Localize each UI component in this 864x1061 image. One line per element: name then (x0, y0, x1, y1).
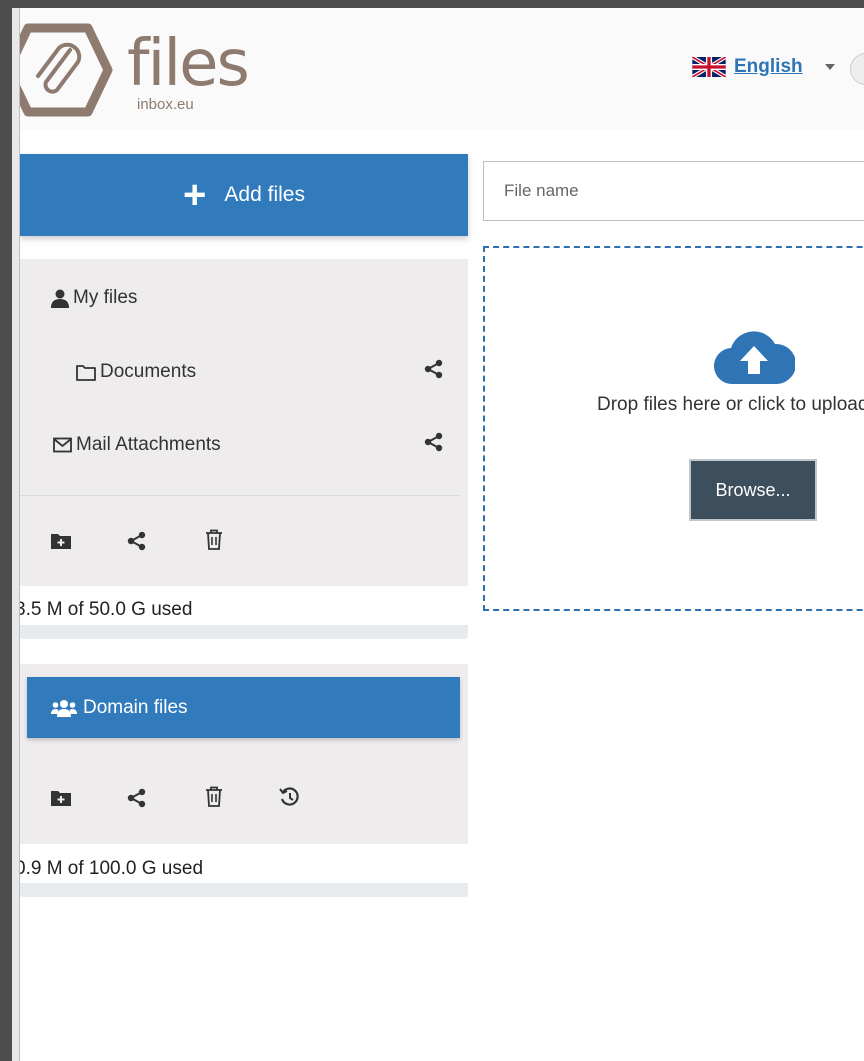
trash-icon[interactable] (205, 786, 223, 807)
cloud-upload-icon (713, 328, 797, 391)
history-icon[interactable] (279, 787, 299, 807)
plus-icon: + (183, 173, 207, 217)
chevron-down-icon[interactable] (824, 64, 835, 70)
domain-files-usage-bar (20, 883, 468, 897)
my-files-panel: My files Documents Mail Attachments (20, 259, 468, 586)
logo-wordmark: files (127, 27, 250, 101)
share-icon[interactable] (127, 788, 147, 808)
window-top-bar (0, 0, 864, 8)
share-icon[interactable] (424, 432, 444, 458)
share-icon[interactable] (424, 359, 444, 385)
add-files-label: Add files (224, 183, 305, 206)
domain-files-actions (20, 784, 468, 824)
share-icon[interactable] (127, 531, 147, 551)
my-files-usage-text: 3.5 M of 50.0 G used (20, 599, 193, 620)
dropzone-text: Drop files here or click to upload (597, 394, 864, 415)
envelope-icon (53, 437, 72, 453)
sidebar-item-mail-attachments[interactable]: Mail Attachments (20, 432, 468, 458)
uk-flag-icon (692, 57, 726, 77)
header: files inbox.eu English (20, 8, 864, 130)
new-folder-icon[interactable] (51, 533, 71, 549)
paperclip-logo-icon (20, 23, 113, 117)
domain-files-usage-text: 0.9 M of 100.0 G used (20, 858, 204, 879)
my-files-actions (20, 527, 468, 567)
new-folder-icon[interactable] (51, 790, 71, 806)
domain-files-panel: Domain files (20, 664, 468, 844)
window-left-bar (0, 0, 12, 1061)
user-icon (51, 289, 69, 308)
sidebar-item-label: Mail Attachments (76, 434, 221, 455)
logo-subtitle: inbox.eu (137, 96, 194, 113)
users-icon (51, 699, 77, 717)
folder-icon (76, 364, 96, 381)
app-page: files inbox.eu English + Add files My fi… (20, 8, 864, 1061)
logo[interactable]: files inbox.eu (20, 20, 270, 120)
sidebar-item-my-files[interactable]: My files (20, 287, 468, 309)
divider (20, 495, 460, 496)
my-files-usage-bar (20, 625, 468, 639)
language-link[interactable]: English (734, 56, 803, 78)
left-scroll-gutter (12, 8, 20, 1061)
sidebar-item-domain-files[interactable]: Domain files (27, 677, 460, 738)
sidebar-item-label: My files (73, 287, 138, 308)
upload-dropzone[interactable]: Drop files here or click to upload Brows… (483, 246, 864, 611)
language-selector[interactable]: English (692, 56, 835, 78)
sidebar-item-label: Domain files (83, 696, 188, 718)
sidebar-item-label: Documents (100, 361, 197, 382)
file-name-search-input[interactable] (483, 161, 864, 221)
add-files-button[interactable]: + Add files (20, 154, 468, 236)
avatar[interactable] (850, 53, 864, 85)
sidebar-item-documents[interactable]: Documents (20, 359, 468, 385)
browse-button[interactable]: Browse... (689, 459, 817, 521)
trash-icon[interactable] (205, 529, 223, 550)
